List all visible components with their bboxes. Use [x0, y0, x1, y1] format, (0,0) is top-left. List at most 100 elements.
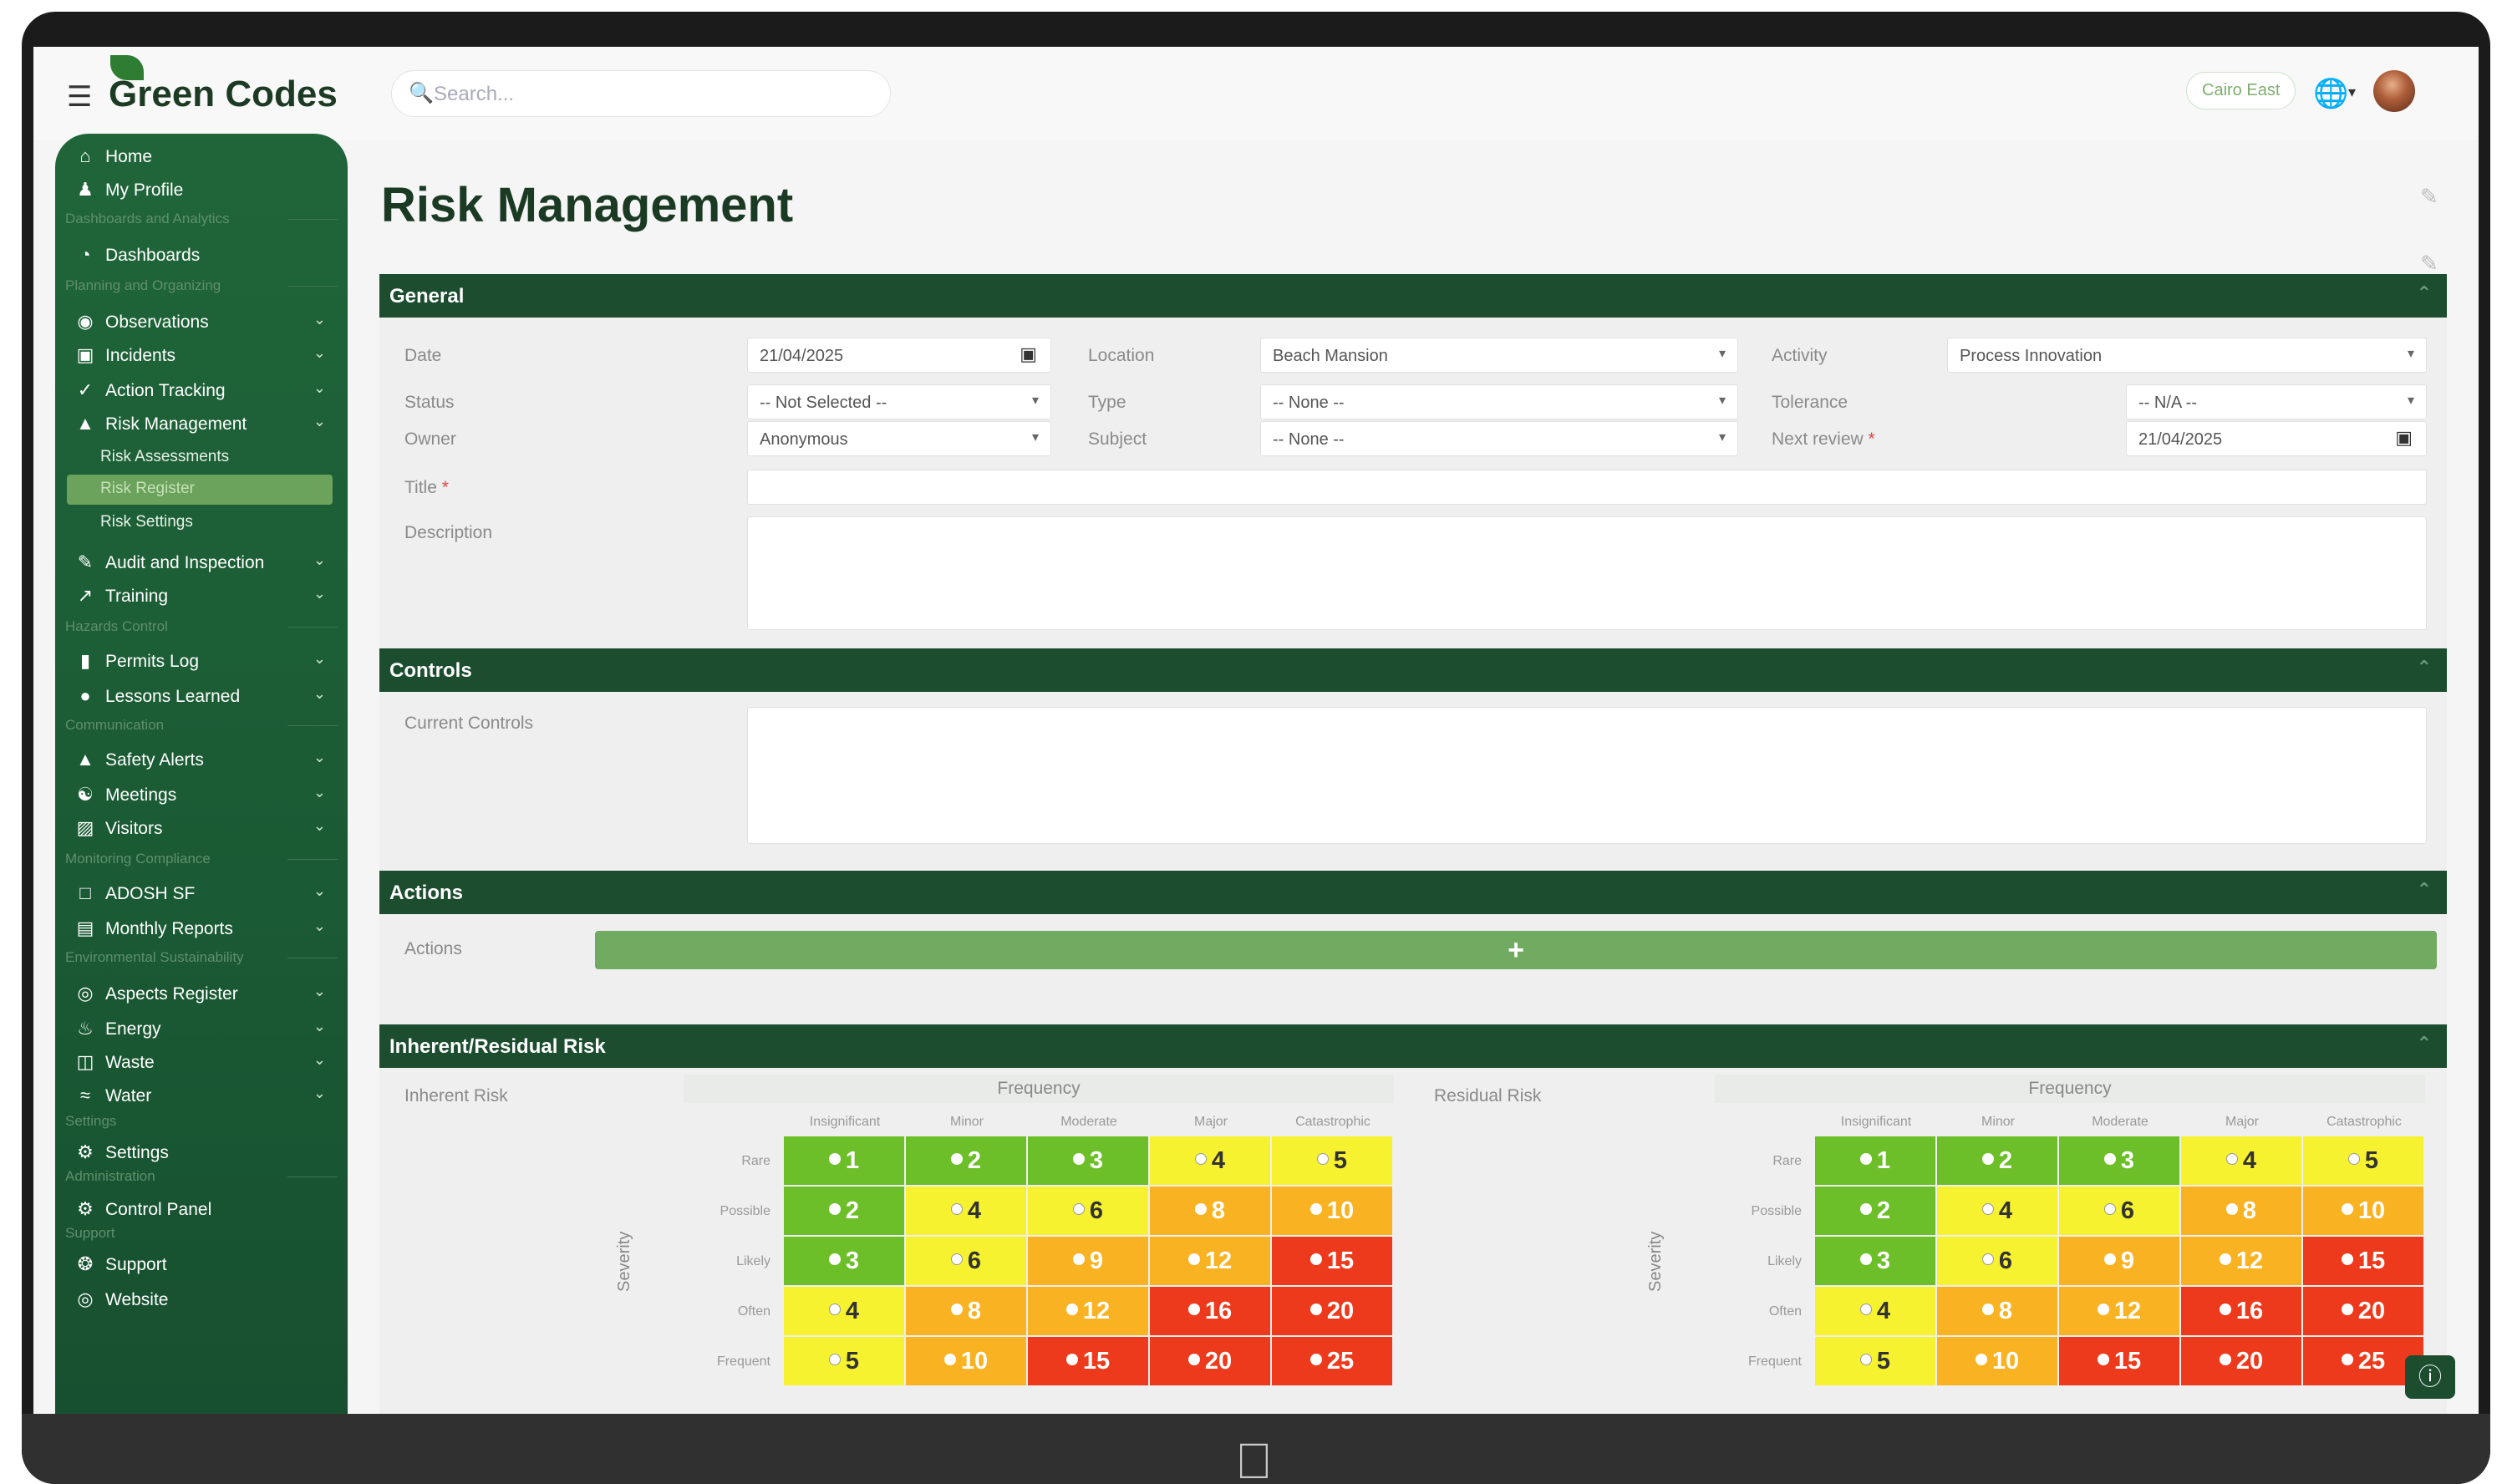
sidebar-item-risk-management[interactable]: ▲ Risk Management ⌄	[55, 409, 348, 441]
inherent-risk-cell[interactable]: 12	[1028, 1287, 1148, 1335]
sidebar-item-water[interactable]: ≈ Water ⌄	[55, 1081, 348, 1113]
inherent-risk-cell[interactable]: 15	[1272, 1237, 1392, 1285]
panel-general-header[interactable]: General ⌃	[379, 274, 2447, 318]
residual-risk-cell[interactable]: 20	[2303, 1287, 2423, 1335]
inherent-risk-cell[interactable]: 4	[784, 1287, 904, 1335]
residual-risk-cell[interactable]: 20	[2181, 1337, 2301, 1385]
sidebar-item-meetings[interactable]: ☯ Meetings ⌄	[55, 780, 348, 812]
sidebar-item-audit[interactable]: ✎ Audit and Inspection ⌄	[55, 548, 348, 580]
sidebar-item-website[interactable]: ◎ Website	[55, 1285, 348, 1317]
type-select[interactable]: -- None -- ▾	[1260, 384, 1738, 419]
inherent-risk-cell[interactable]: 3	[1028, 1136, 1148, 1185]
inherent-risk-cell[interactable]: 6	[1028, 1187, 1148, 1235]
sidebar-item-waste[interactable]: ◫ Waste ⌄	[55, 1048, 348, 1080]
sidebar-item-visitors[interactable]: ▨ Visitors ⌄	[55, 814, 348, 846]
residual-risk-cell[interactable]: 4	[1937, 1187, 2057, 1235]
inherent-risk-cell[interactable]: 6	[906, 1237, 1026, 1285]
residual-risk-cell[interactable]: 3	[2059, 1136, 2179, 1185]
panel-risk-header[interactable]: Inherent/Residual Risk ⌃	[379, 1024, 2447, 1068]
add-action-button[interactable]: +	[595, 931, 2437, 969]
residual-risk-cell[interactable]: 2	[1815, 1187, 1935, 1235]
inherent-risk-cell[interactable]: 8	[1150, 1187, 1270, 1235]
sidebar-item-permits[interactable]: ▮ Permits Log ⌄	[55, 647, 348, 678]
inherent-risk-cell[interactable]: 10	[1272, 1187, 1392, 1235]
residual-risk-cell[interactable]: 1	[1815, 1136, 1935, 1185]
status-select[interactable]: -- Not Selected -- ▾	[747, 384, 1051, 419]
sidebar-subitem-risk-settings[interactable]: Risk Settings	[55, 508, 348, 538]
residual-risk-cell[interactable]: 4	[2181, 1136, 2301, 1185]
residual-risk-cell[interactable]: 16	[2181, 1287, 2301, 1335]
inherent-risk-cell[interactable]: 20	[1150, 1337, 1270, 1385]
inherent-risk-cell[interactable]: 25	[1272, 1337, 1392, 1385]
sidebar-item-lessons[interactable]: ● Lessons Learned ⌄	[55, 682, 348, 714]
inherent-risk-cell[interactable]: 12	[1150, 1237, 1270, 1285]
residual-risk-cell[interactable]: 6	[2059, 1187, 2179, 1235]
sidebar-item-action-tracking[interactable]: ✓ Action Tracking ⌄	[55, 376, 348, 408]
residual-risk-cell[interactable]: 8	[1937, 1287, 2057, 1335]
inherent-risk-cell[interactable]: 16	[1150, 1287, 1270, 1335]
chevron-up-icon[interactable]: ⌃	[2417, 879, 2432, 901]
sidebar-item-settings[interactable]: ⚙ Settings	[55, 1138, 348, 1170]
residual-risk-cell[interactable]: 3	[1815, 1237, 1935, 1285]
panel-actions-header[interactable]: Actions ⌃	[379, 871, 2447, 914]
chevron-up-icon[interactable]: ⌃	[2417, 1033, 2432, 1055]
inherent-risk-cell[interactable]: 2	[906, 1136, 1026, 1185]
sidebar-item-home[interactable]: ⌂ Home	[55, 142, 348, 174]
sidebar-item-observations[interactable]: ◉ Observations ⌄	[55, 307, 348, 339]
residual-risk-cell[interactable]: 4	[1815, 1287, 1935, 1335]
search-input[interactable]: 🔍 Search...	[391, 70, 891, 117]
inherent-risk-cell[interactable]: 9	[1028, 1237, 1148, 1285]
chevron-up-icon[interactable]: ⌃	[2417, 657, 2432, 678]
sidebar-subitem-risk-register[interactable]: Risk Register	[55, 475, 348, 505]
globe-icon[interactable]: 🌐	[2313, 77, 2348, 110]
residual-risk-cell[interactable]: 15	[2059, 1337, 2179, 1385]
subject-select[interactable]: -- None -- ▾	[1260, 421, 1738, 456]
inherent-risk-cell[interactable]: 8	[906, 1287, 1026, 1335]
sidebar-item-adosh[interactable]: □ ADOSH SF ⌄	[55, 879, 348, 911]
inherent-risk-cell[interactable]: 1	[784, 1136, 904, 1185]
residual-risk-cell[interactable]: 6	[1937, 1237, 2057, 1285]
sidebar-item-training[interactable]: ↗ Training ⌄	[55, 582, 348, 613]
inherent-risk-cell[interactable]: 5	[784, 1337, 904, 1385]
residual-risk-cell[interactable]: 2	[1937, 1136, 2057, 1185]
calendar-icon[interactable]: ▣	[1020, 343, 1037, 365]
residual-risk-cell[interactable]: 5	[1815, 1337, 1935, 1385]
tolerance-select[interactable]: -- N/A -- ▾	[2126, 384, 2427, 419]
residual-risk-cell[interactable]: 10	[2303, 1187, 2423, 1235]
residual-risk-cell[interactable]: 12	[2181, 1237, 2301, 1285]
sidebar-item-dashboards[interactable]: ◔ Dashboards	[55, 241, 348, 272]
inherent-risk-cell[interactable]: 3	[784, 1237, 904, 1285]
avatar[interactable]	[2373, 70, 2415, 112]
sidebar-item-control-panel[interactable]: ⚙ Control Panel	[55, 1195, 348, 1227]
residual-risk-cell[interactable]: 12	[2059, 1287, 2179, 1335]
residual-risk-cell[interactable]: 5	[2303, 1136, 2423, 1185]
sidebar-item-monthly-reports[interactable]: ▤ Monthly Reports ⌄	[55, 914, 348, 946]
activity-select[interactable]: Process Innovation ▾	[1947, 338, 2427, 373]
title-input[interactable]	[747, 470, 2427, 505]
sidebar-item-my-profile[interactable]: ♟ My Profile	[55, 175, 348, 207]
help-button[interactable]: ⓘ	[2405, 1355, 2455, 1399]
next-review-field[interactable]: 21/04/2025 ▣	[2126, 421, 2427, 456]
sidebar-item-incidents[interactable]: ▣ Incidents ⌄	[55, 341, 348, 373]
sidebar-subitem-risk-assessments[interactable]: Risk Assessments	[55, 443, 348, 473]
location-select[interactable]: Beach Mansion ▾	[1260, 338, 1738, 373]
description-textarea[interactable]	[747, 516, 2427, 630]
inherent-risk-cell[interactable]: 4	[1150, 1136, 1270, 1185]
residual-risk-cell[interactable]: 9	[2059, 1237, 2179, 1285]
calendar-icon[interactable]: ▣	[2395, 427, 2413, 449]
residual-risk-cell[interactable]: 15	[2303, 1237, 2423, 1285]
pencil-icon[interactable]: ✎	[2420, 251, 2438, 277]
caret-down-icon[interactable]: ▾	[2348, 84, 2356, 101]
sidebar-item-energy[interactable]: ♨ Energy ⌄	[55, 1014, 348, 1046]
app-logo[interactable]: Green Codes	[109, 74, 338, 115]
inherent-risk-cell[interactable]: 10	[906, 1337, 1026, 1385]
date-field[interactable]: 21/04/2025 ▣	[747, 338, 1051, 373]
residual-risk-cell[interactable]: 8	[2181, 1187, 2301, 1235]
inherent-risk-cell[interactable]: 2	[784, 1187, 904, 1235]
inherent-risk-cell[interactable]: 5	[1272, 1136, 1392, 1185]
chevron-up-icon[interactable]: ⌃	[2417, 282, 2432, 304]
menu-icon[interactable]: ☰	[67, 80, 92, 114]
sidebar-item-safety-alerts[interactable]: ▲ Safety Alerts ⌄	[55, 745, 348, 777]
owner-select[interactable]: Anonymous ▾	[747, 421, 1051, 456]
inherent-risk-cell[interactable]: 4	[906, 1187, 1026, 1235]
